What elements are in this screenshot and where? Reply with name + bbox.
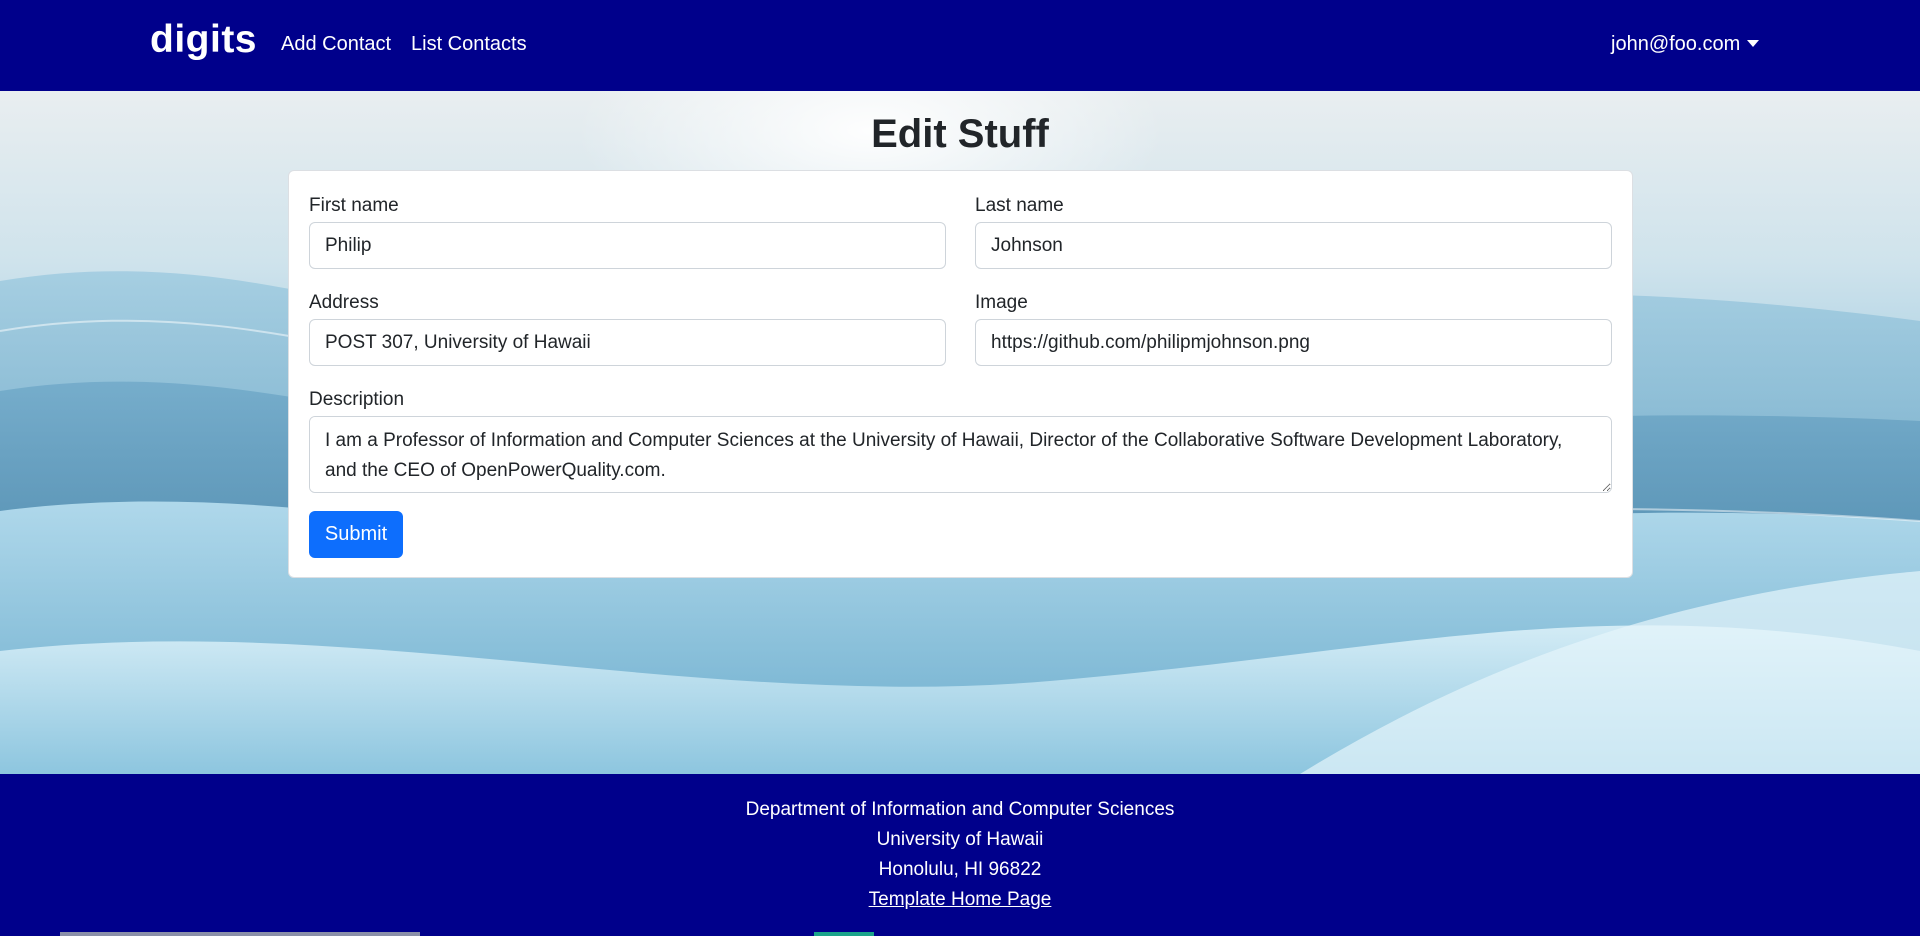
- last-name-input[interactable]: [975, 222, 1612, 269]
- first-name-label: First name: [309, 195, 399, 216]
- last-name-field: Last name: [975, 195, 1612, 269]
- user-dropdown[interactable]: john@foo.com: [1611, 33, 1760, 56]
- description-label: Description: [309, 389, 405, 410]
- edit-form-card: First name Last name Address Image Descr…: [288, 170, 1633, 578]
- description-field: Description I am a Professor of Informat…: [309, 389, 1612, 498]
- first-name-input[interactable]: [309, 222, 946, 269]
- image-input[interactable]: [975, 319, 1612, 366]
- address-input[interactable]: [309, 319, 946, 366]
- template-home-link[interactable]: Template Home Page: [869, 889, 1052, 910]
- image-label: Image: [975, 292, 1028, 313]
- page-title: Edit Stuff: [871, 112, 1049, 156]
- navbar: digits Add Contact List Contacts john@fo…: [0, 0, 1920, 91]
- image-field: Image: [975, 292, 1612, 366]
- footer-department: Department of Information and Computer S…: [745, 799, 1175, 820]
- last-name-label: Last name: [975, 195, 1064, 216]
- first-name-field: First name: [309, 195, 946, 269]
- address-label: Address: [309, 292, 379, 313]
- user-email: john@foo.com: [1611, 33, 1741, 55]
- nav-add-contact[interactable]: Add Contact: [281, 33, 391, 56]
- taskbar-strip-accent: [814, 932, 874, 936]
- footer: Department of Information and Computer S…: [0, 774, 1920, 936]
- submit-button[interactable]: Submit: [309, 511, 403, 558]
- taskbar-strip: [60, 932, 420, 936]
- brand-logo[interactable]: digits: [150, 18, 257, 62]
- address-field: Address: [309, 292, 946, 366]
- nav-list-contacts[interactable]: List Contacts: [411, 33, 527, 56]
- description-textarea[interactable]: I am a Professor of Information and Comp…: [309, 416, 1612, 493]
- footer-address: Honolulu, HI 96822: [878, 859, 1042, 880]
- caret-down-icon: [1747, 40, 1760, 47]
- footer-university: University of Hawaii: [876, 829, 1044, 850]
